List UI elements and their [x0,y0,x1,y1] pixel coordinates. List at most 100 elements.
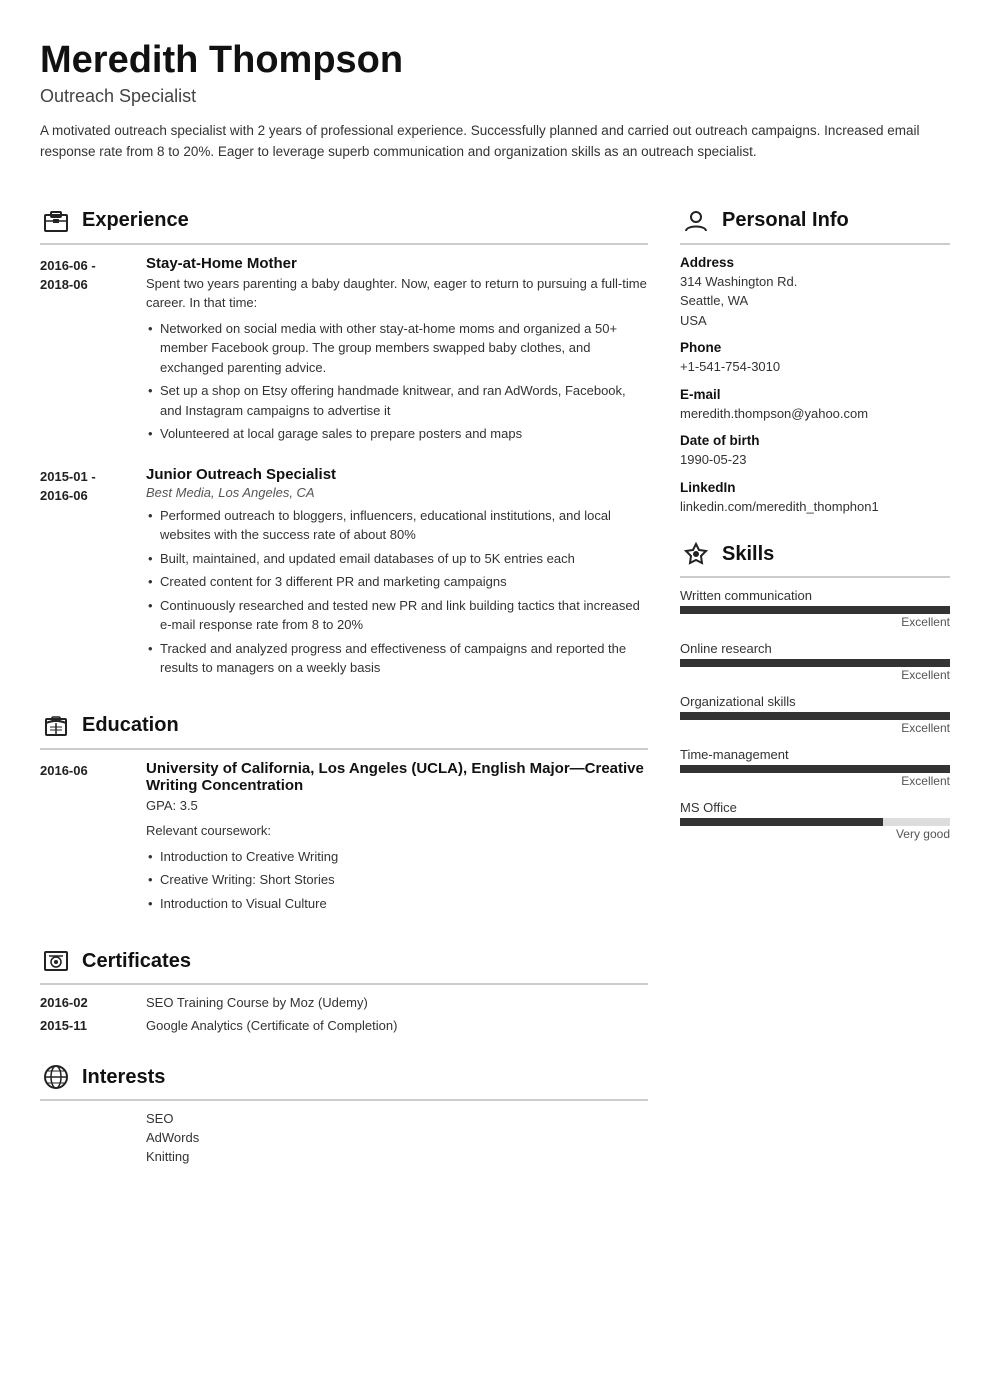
edu1-content: University of California, Los Angeles (U… [146,760,648,918]
interests-title: Interests [82,1066,165,1089]
list-item: Created content for 3 different PR and m… [146,572,648,592]
skill-bar-bg-0 [680,606,950,614]
education-header: Education [40,710,648,750]
skill-item-3: Time-management Excellent [680,747,950,788]
experience-entry-1: 2016-06 -2018-06 Stay-at-Home Mother Spe… [40,255,648,448]
list-item: Performed outreach to bloggers, influenc… [146,506,648,545]
cert2-name: Google Analytics (Certificate of Complet… [146,1018,397,1033]
exp2-content: Junior Outreach Specialist Best Media, L… [146,466,648,682]
phone-label: Phone [680,340,950,355]
certificates-section: Certificates 2016-02 SEO Training Course… [40,945,648,1033]
skill-bar-bg-3 [680,765,950,773]
interest-item-1: SEO [40,1111,648,1126]
skill-label-2: Excellent [680,721,950,735]
skill-bar-fill-3 [680,765,950,773]
candidate-title: Outreach Specialist [40,86,950,107]
edu1-bullets: Introduction to Creative Writing Creativ… [146,847,648,914]
skill-item-2: Organizational skills Excellent [680,694,950,735]
exp1-content: Stay-at-Home Mother Spent two years pare… [146,255,648,448]
certificates-title: Certificates [82,950,191,973]
interests-header: Interests [40,1061,648,1101]
interest-item-2: AdWords [40,1130,648,1145]
skill-bar-bg-1 [680,659,950,667]
skill-bar-fill-2 [680,712,950,720]
experience-header: Experience [40,205,648,245]
skill-name-4: MS Office [680,800,950,815]
education-icon [40,710,72,742]
skill-bar-bg-2 [680,712,950,720]
skill-label-0: Excellent [680,615,950,629]
personal-info-icon [680,205,712,237]
address-label: Address [680,255,950,270]
exp2-bullets: Performed outreach to bloggers, influenc… [146,506,648,678]
address-value: 314 Washington Rd.Seattle, WAUSA [680,272,950,331]
list-item: Networked on social media with other sta… [146,319,648,378]
skill-label-4: Very good [680,827,950,841]
email-label: E-mail [680,387,950,402]
experience-title: Experience [82,209,189,232]
list-item: Introduction to Creative Writing [146,847,648,867]
candidate-name: Meredith Thompson [40,40,950,82]
list-item: Tracked and analyzed progress and effect… [146,639,648,678]
skill-name-3: Time-management [680,747,950,762]
list-item: Set up a shop on Etsy offering handmade … [146,381,648,420]
list-item: Continuously researched and tested new P… [146,596,648,635]
linkedin-value: linkedin.com/meredith_thomphon1 [680,497,950,517]
education-section: Education 2016-06 University of Californ… [40,710,648,918]
main-content: Experience 2016-06 -2018-06 Stay-at-Home… [40,205,950,1360]
cert-entry-2: 2015-11 Google Analytics (Certificate of… [40,1018,648,1033]
skills-title: Skills [722,543,774,566]
list-item: Built, maintained, and updated email dat… [146,549,648,569]
cert1-name: SEO Training Course by Moz (Udemy) [146,995,368,1010]
list-item: Creative Writing: Short Stories [146,870,648,890]
interest-item-3: Knitting [40,1149,648,1164]
interests-section: Interests SEO AdWords Knitting [40,1061,648,1164]
exp2-subtitle: Best Media, Los Angeles, CA [146,485,648,500]
skills-section: Skills Written communication Excellent O… [680,538,950,841]
skill-name-2: Organizational skills [680,694,950,709]
edu1-date: 2016-06 [40,760,130,918]
edu1-gpa: GPA: 3.5 [146,796,648,816]
personal-info-title: Personal Info [722,209,849,232]
certificates-header: Certificates [40,945,648,985]
exp1-title: Stay-at-Home Mother [146,255,648,272]
skill-name-1: Online research [680,641,950,656]
left-column: Experience 2016-06 -2018-06 Stay-at-Home… [40,205,648,1360]
summary-text: A motivated outreach specialist with 2 y… [40,121,940,163]
experience-icon [40,205,72,237]
exp1-bullets: Networked on social media with other sta… [146,319,648,444]
personal-info-header: Personal Info [680,205,950,245]
skill-item-4: MS Office Very good [680,800,950,841]
interests-icon [40,1061,72,1093]
exp1-date: 2016-06 -2018-06 [40,255,130,448]
cert-entry-1: 2016-02 SEO Training Course by Moz (Udem… [40,995,648,1010]
certificates-icon [40,945,72,977]
exp1-desc: Spent two years parenting a baby daughte… [146,274,648,313]
email-value: meredith.thompson@yahoo.com [680,404,950,424]
personal-info-section: Personal Info Address 314 Washington Rd.… [680,205,950,517]
experience-entry-2: 2015-01 -2016-06 Junior Outreach Special… [40,466,648,682]
edu1-title: University of California, Los Angeles (U… [146,760,648,794]
experience-section: Experience 2016-06 -2018-06 Stay-at-Home… [40,205,648,682]
skills-icon [680,538,712,570]
education-title: Education [82,714,179,737]
skill-item-1: Online research Excellent [680,641,950,682]
skill-item-0: Written communication Excellent [680,588,950,629]
skill-bar-fill-4 [680,818,883,826]
list-item: Introduction to Visual Culture [146,894,648,914]
exp2-title: Junior Outreach Specialist [146,466,648,483]
header: Meredith Thompson Outreach Specialist A … [40,40,950,163]
list-item: Volunteered at local garage sales to pre… [146,424,648,444]
skill-label-1: Excellent [680,668,950,682]
skill-name-0: Written communication [680,588,950,603]
edu1-coursework-label: Relevant coursework: [146,821,648,841]
linkedin-label: LinkedIn [680,480,950,495]
phone-value: +1-541-754-3010 [680,357,950,377]
cert2-date: 2015-11 [40,1018,130,1033]
skill-label-3: Excellent [680,774,950,788]
skill-bar-fill-0 [680,606,950,614]
cert1-date: 2016-02 [40,995,130,1010]
right-column: Personal Info Address 314 Washington Rd.… [680,205,950,1360]
exp2-date: 2015-01 -2016-06 [40,466,130,682]
dob-label: Date of birth [680,433,950,448]
